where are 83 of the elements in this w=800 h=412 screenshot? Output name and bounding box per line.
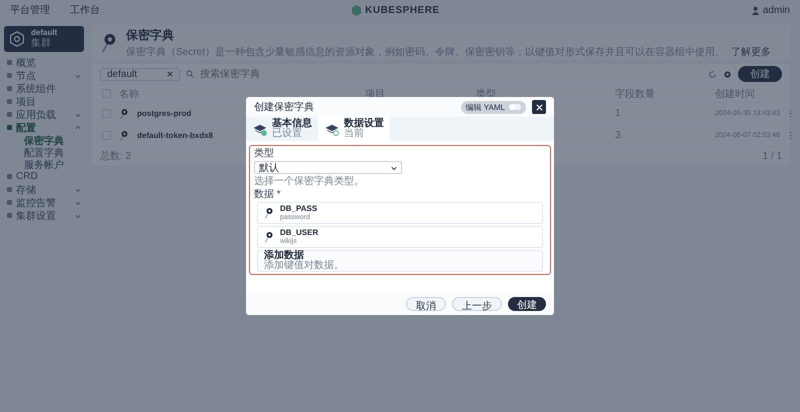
menu-item-icon (7, 213, 12, 218)
search-field[interactable]: 搜索保密字典 (200, 68, 702, 80)
search-icon (186, 70, 194, 78)
user-icon[interactable] (750, 6, 760, 14)
menu-item-icon (7, 200, 12, 205)
data-label: 数据 * (254, 189, 282, 200)
type-select[interactable]: 默认 (254, 161, 402, 174)
key-icon (119, 108, 129, 120)
secret-name[interactable]: default-token-bxdx8 (137, 131, 214, 140)
edit-yaml-toggle[interactable]: 编辑 YAML (460, 100, 526, 114)
sidebar-subitem[interactable]: 服务帐户 (4, 158, 84, 170)
learn-more-link[interactable]: 了解更多 (730, 45, 771, 59)
entry-key: DB_USER (280, 228, 318, 237)
pagination[interactable]: 1 / 1 (762, 150, 782, 162)
switch-icon (509, 104, 521, 110)
menu-item-icon (7, 187, 12, 192)
sidebar-subitem[interactable]: 配置字典 (4, 146, 84, 158)
sidebar-item[interactable]: 集群设置 (4, 209, 84, 222)
sidebar-item[interactable]: 系统组件 (4, 82, 84, 95)
chevron-icon (75, 72, 81, 78)
refresh-icon[interactable] (708, 70, 717, 78)
cluster-card[interactable]: default 集群 (4, 26, 84, 52)
chevron-icon (75, 212, 81, 218)
logo-icon (351, 4, 362, 16)
sidebar-item[interactable]: 节点 (4, 69, 84, 82)
column-header[interactable]: 创建时间 (715, 86, 789, 100)
create-button[interactable]: 创建 (738, 66, 782, 82)
step-icon (252, 122, 268, 136)
chevron-icon (75, 200, 81, 206)
sidebar-item[interactable]: 项目 (4, 95, 84, 108)
logo-text: KUBESPHERE (365, 4, 440, 16)
sidebar-item[interactable]: 监控告警 (4, 196, 84, 209)
add-data-title: 添加数据 (264, 251, 304, 261)
wizard-step[interactable]: 基本信息 已设置 (246, 117, 318, 141)
type-label: 类型 (254, 148, 275, 159)
cluster-role: 集群 (31, 38, 52, 49)
total-count: 总数: 2 (100, 150, 132, 163)
dialog-title: 创建保密字典 (254, 100, 315, 114)
key-icon (119, 130, 129, 142)
close-button[interactable] (532, 100, 546, 114)
table-cell-text: 3 (615, 130, 622, 141)
menu-item-icon (7, 73, 12, 78)
chevron-icon (391, 164, 397, 170)
cluster-icon (9, 31, 25, 47)
menu-item-icon (7, 99, 12, 104)
menu-item-icon (7, 125, 12, 130)
step-icon (324, 122, 340, 136)
sidebar-item[interactable]: 配置 (4, 121, 84, 134)
menu-item-icon (7, 112, 12, 117)
dialog-button[interactable]: 取消 (406, 297, 446, 311)
project-filter[interactable]: default (100, 68, 180, 80)
dialog-button[interactable]: 创建 (508, 297, 546, 311)
dialog-button[interactable]: 上一步 (452, 297, 502, 311)
menu-item-icon (7, 86, 12, 91)
settings-icon[interactable] (723, 70, 732, 78)
add-data-card[interactable]: 添加数据 添加键值对数据。 (257, 250, 543, 272)
column-header[interactable]: 字段数量 (615, 86, 715, 100)
sidebar-item[interactable]: CRD (4, 170, 84, 183)
sidebar-item[interactable]: 概览 (4, 56, 84, 69)
table-cell-text: 1 (615, 108, 622, 119)
menu-item-icon (7, 174, 12, 179)
chevron-icon (75, 112, 81, 118)
column-header[interactable]: 名称 (119, 86, 365, 100)
top-nav-link[interactable]: 工作台 (70, 3, 100, 17)
page-title: 保密字典 (126, 27, 175, 44)
sidebar-item[interactable]: 存储 (4, 183, 84, 196)
page-description: 保密字典（Secret）是一种包含少量敏感信息的资源对象，例如密码、令牌、保密密钥等，以键值对形式保存并且可以在容器组中使用。 (126, 46, 725, 59)
key-icon (264, 231, 274, 243)
sidebar-subitem[interactable]: 保密字典 (4, 134, 84, 146)
sidebar-item[interactable]: 应用负载 (4, 108, 84, 121)
wizard-step[interactable]: 数据设置 当前 (318, 117, 390, 141)
menu-item-icon (7, 60, 12, 65)
key-icon (264, 207, 274, 219)
chevron-icon (75, 124, 81, 130)
top-nav-link[interactable]: 平台管理 (10, 3, 50, 17)
user-name[interactable]: admin (762, 4, 790, 16)
secret-name[interactable]: postgres-prod (137, 109, 192, 118)
key-icon (100, 32, 118, 54)
entry-key: DB_PASS (280, 204, 318, 213)
add-data-hint: 添加键值对数据。 (264, 261, 344, 271)
chevron-icon (75, 186, 81, 192)
type-hint: 选择一个保密字典类型。 (254, 176, 365, 187)
cluster-name: default (31, 29, 58, 38)
